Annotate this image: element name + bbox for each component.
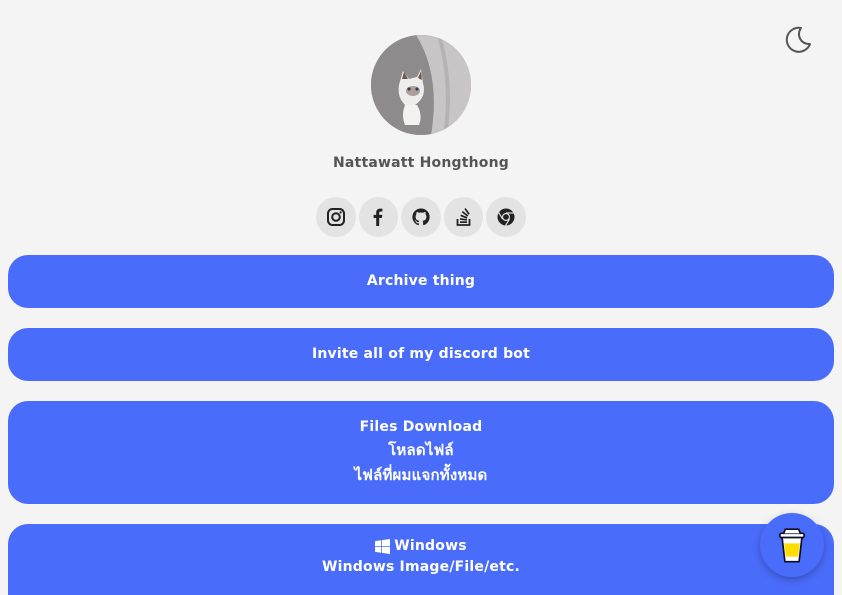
profile-name: Nattawatt Hongthong: [332, 155, 510, 171]
chrome-icon: [497, 208, 515, 226]
facebook-icon: [373, 208, 383, 226]
facebook-link[interactable]: [358, 197, 399, 237]
windows-label: Windows: [394, 537, 467, 554]
files-download-label: Files Download: [359, 419, 483, 435]
files-download-thai-description: ไฟล์ที่ผมแจกทั้งหมด: [354, 466, 488, 484]
discord-bot-link-button[interactable]: Invite all of my discord bot: [8, 328, 834, 381]
avatar: [371, 35, 471, 135]
files-download-thai-line: โหลดไฟล์: [388, 441, 454, 459]
theme-toggle-button[interactable]: [782, 24, 814, 56]
github-icon: [412, 208, 430, 226]
archive-link-label: Archive thing: [366, 273, 476, 289]
moon-icon: [785, 26, 811, 53]
discord-bot-link-label: Invite all of my discord bot: [311, 346, 531, 362]
instagram-link[interactable]: [316, 197, 356, 237]
archive-link-button[interactable]: Archive thing: [8, 255, 834, 308]
files-download-link-button[interactable]: Files Download โหลดไฟล์ ไฟล์ที่ผมแจกทั้ง…: [8, 401, 834, 504]
github-link[interactable]: [401, 197, 441, 237]
instagram-icon: [326, 208, 345, 226]
stackoverflow-link[interactable]: [443, 197, 484, 237]
stackoverflow-icon: [456, 208, 470, 226]
windows-description: Windows Image/File/etc.: [321, 558, 521, 575]
windows-link-button[interactable]: Windows Windows Image/File/etc.: [8, 524, 834, 595]
cat-avatar: [371, 35, 471, 135]
coffee-cup-icon: [779, 528, 805, 563]
windows-icon: [375, 538, 391, 554]
buy-me-a-coffee-button[interactable]: [760, 513, 824, 577]
social-links: [316, 197, 526, 237]
windows-title-row: Windows: [375, 536, 467, 557]
chrome-link[interactable]: [486, 197, 526, 237]
